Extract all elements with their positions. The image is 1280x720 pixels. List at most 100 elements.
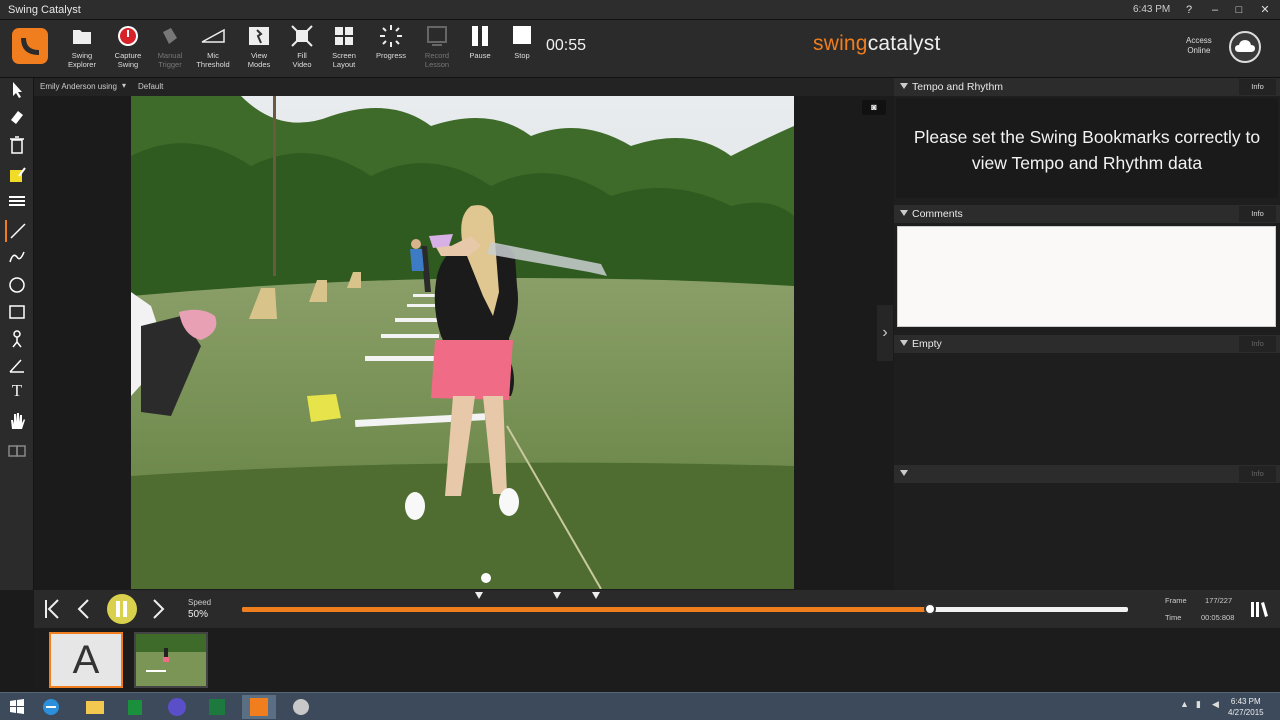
comments-textarea[interactable] (897, 226, 1276, 327)
windows-start-icon[interactable] (0, 695, 34, 719)
excel-icon[interactable] (200, 695, 234, 719)
capture-swing-button[interactable]: Capture Swing (105, 20, 151, 78)
tray-clock[interactable]: 6:43 PM 4/27/2015 (1228, 696, 1264, 718)
collapse-arrow-icon[interactable] (900, 340, 908, 346)
close-button[interactable]: ✕ (1254, 2, 1276, 18)
next-frame-icon[interactable] (142, 590, 174, 628)
empty-info-button[interactable]: Info (1239, 336, 1276, 352)
time-value: 00:05:808 (1201, 613, 1235, 622)
stop-icon (513, 26, 531, 44)
swing-explorer-button[interactable]: Swing Explorer (59, 20, 105, 78)
tray-network-icon[interactable]: ▮ (1196, 699, 1201, 710)
play-pause-icon[interactable] (106, 590, 138, 628)
skip-to-start-icon[interactable] (36, 590, 68, 628)
camera-source-select[interactable]: Emily Anderson using (40, 82, 117, 91)
collapse-arrow-icon[interactable] (900, 210, 908, 216)
cloud-icon[interactable] (1229, 31, 1261, 63)
bookmark-marker-icon[interactable] (592, 592, 601, 599)
bookmark-marker-icon[interactable] (553, 592, 562, 599)
speed-value[interactable]: 50% (188, 609, 208, 620)
collapse-arrow-icon[interactable] (900, 470, 908, 476)
select-arrow-icon[interactable] (5, 78, 29, 100)
bookmark-marker-icon[interactable] (474, 592, 483, 599)
body-tool-icon[interactable] (5, 328, 29, 350)
previous-frame-icon[interactable] (68, 590, 100, 628)
circle-tool-icon[interactable] (5, 274, 29, 296)
playback-bar: Speed 50% Frame 177/227 Time 00:05:808 (34, 590, 1280, 628)
timeline-thumb[interactable] (924, 603, 937, 615)
timeline-slider[interactable] (242, 603, 1128, 615)
app-logo-icon[interactable] (12, 28, 48, 64)
time-label: Time (1165, 613, 1182, 622)
trigger-icon (163, 28, 177, 44)
view-modes-button[interactable]: View Modes (236, 20, 282, 78)
layout-select[interactable]: Default (138, 82, 163, 91)
chevron-down-icon[interactable]: ▾ (122, 81, 126, 90)
clip-thumbnail[interactable] (134, 632, 208, 688)
record-lesson-icon (427, 26, 447, 46)
thumbnail-letter: A (72, 638, 100, 682)
collapse-arrow-icon[interactable] (900, 83, 908, 89)
trash-icon[interactable] (5, 134, 29, 156)
fill-video-button[interactable]: Fill Video (279, 20, 325, 78)
record-lesson-button[interactable]: Record Lesson (414, 20, 460, 78)
golf-swing-video-image (131, 96, 794, 589)
highlighter-icon[interactable] (5, 164, 29, 186)
tempo-message: Please set the Swing Bookmarks correctly… (913, 127, 1261, 173)
bookmark-markers (242, 590, 1128, 604)
swing-catalyst-taskbar-icon[interactable] (242, 695, 276, 719)
help-button[interactable]: ? (1178, 2, 1200, 18)
maximize-button[interactable]: □ (1228, 2, 1250, 18)
hand-tool-icon[interactable] (5, 410, 29, 432)
main-toolbar: Swing Explorer Capture Swing Manual Trig… (0, 20, 1280, 78)
timeline-progress (242, 607, 931, 612)
store-icon[interactable] (118, 695, 152, 719)
rectangle-tool-icon[interactable] (5, 301, 29, 323)
progress-button[interactable]: Progress (368, 20, 414, 78)
manual-trigger-button[interactable]: Manual Trigger (147, 20, 193, 78)
mic-threshold-button[interactable]: Mic Threshold (190, 20, 236, 78)
blank-panel-header[interactable]: Info (894, 465, 1280, 483)
freehand-tool-icon[interactable] (5, 246, 29, 268)
comments-panel-header[interactable]: Comments Info (894, 205, 1280, 223)
internet-explorer-icon[interactable] (34, 695, 68, 719)
blank-info-button[interactable]: Info (1239, 466, 1276, 482)
snapshot-camera-icon[interactable]: ◙ (862, 100, 886, 115)
app-window: Swing Catalyst 6:43 PM ? – □ ✕ Swing Exp… (0, 0, 1280, 720)
tool-app-icon[interactable] (284, 695, 318, 719)
eraser-icon[interactable] (5, 106, 29, 128)
angle-tool-icon[interactable] (5, 354, 29, 376)
title-bar: Swing Catalyst 6:43 PM ? – □ ✕ (0, 0, 1280, 20)
tempo-info-button[interactable]: Info (1239, 79, 1276, 95)
empty-panel-header[interactable]: Empty Info (894, 335, 1280, 353)
expand-icon (291, 25, 313, 47)
chevron-right-icon[interactable]: › (877, 305, 893, 361)
tempo-panel-title: Tempo and Rhythm (912, 81, 1004, 93)
window-title: Swing Catalyst (8, 4, 81, 16)
clip-thumbnail[interactable]: A (49, 632, 123, 688)
tray-volume-icon[interactable]: ◀ (1212, 699, 1219, 710)
pause-button[interactable]: Pause (457, 20, 503, 78)
tray-arrow-icon[interactable]: ▲ (1180, 699, 1189, 709)
tempo-panel-header[interactable]: Tempo and Rhythm Info (894, 78, 1280, 96)
line-tool-icon[interactable] (5, 220, 29, 242)
compare-tool-icon[interactable] (5, 440, 29, 462)
line-width-icon[interactable] (5, 190, 29, 212)
comments-info-button[interactable]: Info (1239, 206, 1276, 222)
minimize-button[interactable]: – (1204, 2, 1226, 18)
file-explorer-icon[interactable] (78, 695, 112, 719)
screen-layout-button[interactable]: Screen Layout (321, 20, 367, 78)
drawing-tools-bar: T (0, 78, 34, 590)
video-frame[interactable] (131, 96, 794, 589)
access-online-label: Access Online (1186, 36, 1212, 55)
library-icon[interactable] (1248, 598, 1270, 620)
record-icon (118, 26, 138, 46)
text-tool-icon[interactable]: T (5, 380, 29, 402)
stop-button[interactable]: Stop (499, 20, 545, 78)
speed-label: Speed (188, 598, 212, 607)
clip-thumbnails: A (34, 628, 1280, 692)
frame-label: Frame (1165, 596, 1187, 605)
app-p-icon[interactable] (160, 695, 194, 719)
brand-swing: swing (813, 32, 868, 55)
analysis-panel: Tempo and Rhythm Info Please set the Swi… (894, 78, 1280, 590)
